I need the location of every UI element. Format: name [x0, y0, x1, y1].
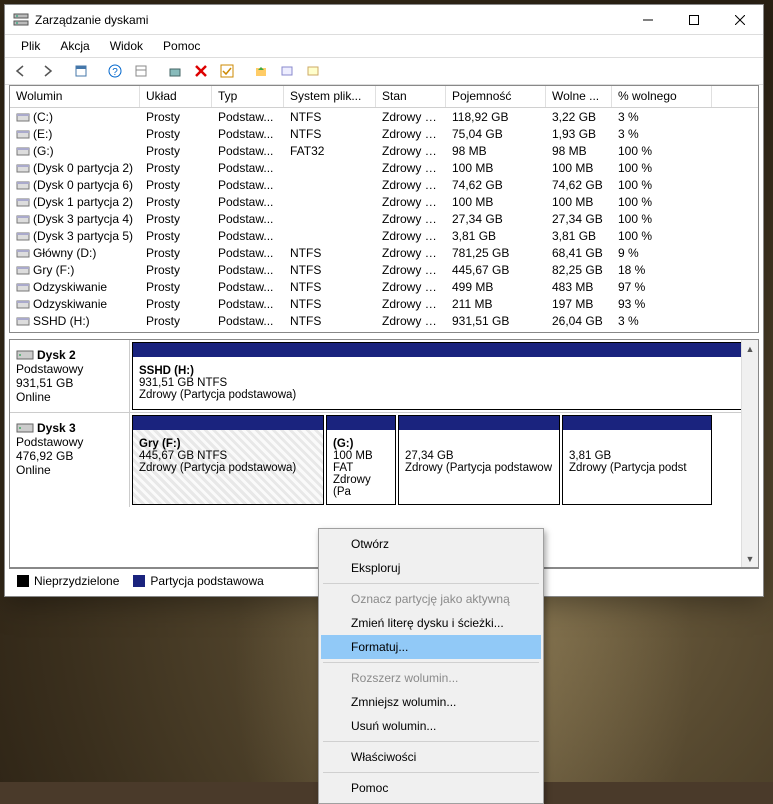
volume-icon: [16, 213, 30, 225]
disk3-cap: 476,92 GB: [16, 449, 73, 463]
table-row[interactable]: (Dysk 0 partycja 2)ProstyPodstaw...Zdrow…: [10, 159, 758, 176]
disk2-p-title: SSHD (H:): [139, 365, 194, 377]
legend-primary: Partycja podstawowa: [150, 574, 263, 588]
volume-icon: [16, 315, 30, 327]
menu-plik[interactable]: Plik: [11, 36, 50, 56]
disk2-label: Dysk 2: [37, 348, 76, 362]
volume-icon: [16, 230, 30, 242]
show-hide-button[interactable]: [69, 59, 93, 83]
legend-swatch-unalloc: [17, 575, 29, 587]
disk3-label: Dysk 3: [37, 421, 76, 435]
view-button[interactable]: [129, 59, 153, 83]
check-button[interactable]: [215, 59, 239, 83]
disk-icon: [16, 348, 34, 362]
ctx-delete[interactable]: Usuń wolumin...: [321, 714, 541, 738]
ctx-explore[interactable]: Eksploruj: [321, 556, 541, 580]
action2-button[interactable]: [275, 59, 299, 83]
col-procent[interactable]: % wolnego: [612, 86, 712, 107]
ctx-open[interactable]: Otwórz: [321, 532, 541, 556]
volume-icon: [16, 196, 30, 208]
table-row[interactable]: OdzyskiwanieProstyPodstaw...NTFSZdrowy (…: [10, 295, 758, 312]
table-row[interactable]: Główny (D:)ProstyPodstaw...NTFSZdrowy (P…: [10, 244, 758, 261]
action3-button[interactable]: [301, 59, 325, 83]
scroll-up-icon[interactable]: ▲: [743, 340, 758, 357]
table-row[interactable]: (Dysk 0 partycja 6)ProstyPodstaw...Zdrow…: [10, 176, 758, 193]
disk-row-2: Dysk 2 Podstawowy 931,51 GB Online SSHD …: [10, 340, 758, 413]
svg-text:?: ?: [112, 67, 118, 78]
legend-unalloc: Nieprzydzielone: [34, 574, 119, 588]
ctx-help[interactable]: Pomoc: [321, 776, 541, 800]
volume-icon: [16, 145, 30, 157]
legend-swatch-primary: [133, 575, 145, 587]
volume-icon: [16, 162, 30, 174]
menu-akcja[interactable]: Akcja: [50, 36, 99, 56]
col-pojemnosc[interactable]: Pojemność: [446, 86, 546, 107]
disk-management-window: Zarządzanie dyskami Plik Akcja Widok Pom…: [4, 4, 764, 597]
table-row[interactable]: SSHD (H:)ProstyPodstaw...NTFSZdrowy (P..…: [10, 312, 758, 329]
disk-row-3: Dysk 3 Podstawowy 476,92 GB Online Gry (…: [10, 413, 758, 507]
disk2-cap: 931,51 GB: [16, 376, 73, 390]
titlebar[interactable]: Zarządzanie dyskami: [5, 5, 763, 35]
col-typ[interactable]: Typ: [212, 86, 284, 107]
col-stan[interactable]: Stan: [376, 86, 446, 107]
volume-icon: [16, 281, 30, 293]
volume-list[interactable]: Wolumin Układ Typ System plik... Stan Po…: [9, 85, 759, 333]
col-wolne[interactable]: Wolne ...: [546, 86, 612, 107]
disk3-status: Online: [16, 463, 51, 477]
col-wolumin[interactable]: Wolumin: [10, 86, 140, 107]
disk-icon: [16, 421, 34, 435]
ctx-mark-active: Oznacz partycję jako aktywną: [321, 587, 541, 611]
graph-vscrollbar[interactable]: ▲ ▼: [741, 340, 758, 567]
back-button[interactable]: [9, 59, 33, 83]
settings-button[interactable]: [163, 59, 187, 83]
ctx-properties[interactable]: Właściwości: [321, 745, 541, 769]
volume-icon: [16, 298, 30, 310]
delete-button[interactable]: [189, 59, 213, 83]
table-row[interactable]: Gry (F:)ProstyPodstaw...NTFSZdrowy (P...…: [10, 261, 758, 278]
table-row[interactable]: (C:)ProstyPodstaw...NTFSZdrowy (R...118,…: [10, 108, 758, 125]
ctx-format[interactable]: Formatuj...: [321, 635, 541, 659]
disk2-type: Podstawowy: [16, 362, 83, 376]
table-row[interactable]: (G:)ProstyPodstaw...FAT32Zdrowy (P...98 …: [10, 142, 758, 159]
disk2-partition[interactable]: SSHD (H:) 931,51 GB NTFS Zdrowy (Partycj…: [132, 342, 756, 410]
disk3-partition-3[interactable]: 3,81 GBZdrowy (Partycja podst: [562, 415, 712, 505]
disk2-status: Online: [16, 390, 51, 404]
volume-icon: [16, 247, 30, 259]
table-row[interactable]: (Dysk 1 partycja 2)ProstyPodstaw...Zdrow…: [10, 193, 758, 210]
table-row[interactable]: OdzyskiwanieProstyPodstaw...NTFSZdrowy (…: [10, 278, 758, 295]
menu-widok[interactable]: Widok: [100, 36, 153, 56]
menu-pomoc[interactable]: Pomoc: [153, 36, 210, 56]
context-menu: Otwórz Eksploruj Oznacz partycję jako ak…: [318, 528, 544, 804]
volume-icon: [16, 128, 30, 140]
col-system[interactable]: System plik...: [284, 86, 376, 107]
col-uklad[interactable]: Układ: [140, 86, 212, 107]
table-row[interactable]: (Dysk 3 partycja 5)ProstyPodstaw...Zdrow…: [10, 227, 758, 244]
minimize-button[interactable]: [625, 5, 671, 35]
ctx-extend: Rozszerz wolumin...: [321, 666, 541, 690]
maximize-button[interactable]: [671, 5, 717, 35]
disk3-partition-1[interactable]: (G:)100 MB FATZdrowy (Pa: [326, 415, 396, 505]
forward-button[interactable]: [35, 59, 59, 83]
ctx-shrink[interactable]: Zmniejsz wolumin...: [321, 690, 541, 714]
toolbar: ?: [5, 57, 763, 85]
list-header: Wolumin Układ Typ System plik... Stan Po…: [10, 86, 758, 108]
table-row[interactable]: (Dysk 3 partycja 4)ProstyPodstaw...Zdrow…: [10, 210, 758, 227]
volume-icon: [16, 111, 30, 123]
disk2-p-line2: 931,51 GB NTFS: [139, 377, 227, 389]
disk3-partition-2[interactable]: 27,34 GBZdrowy (Partycja podstawow: [398, 415, 560, 505]
action1-button[interactable]: [249, 59, 273, 83]
window-title: Zarządzanie dyskami: [35, 13, 625, 27]
disk2-p-line3: Zdrowy (Partycja podstawowa): [139, 389, 296, 401]
table-row[interactable]: (E:)ProstyPodstaw...NTFSZdrowy (P...75,0…: [10, 125, 758, 142]
scroll-down-icon[interactable]: ▼: [743, 550, 758, 567]
close-button[interactable]: [717, 5, 763, 35]
app-icon: [13, 12, 29, 28]
help-button[interactable]: ?: [103, 59, 127, 83]
disk3-type: Podstawowy: [16, 435, 83, 449]
volume-icon: [16, 179, 30, 191]
disk3-partition-0[interactable]: Gry (F:)445,67 GB NTFSZdrowy (Partycja p…: [132, 415, 324, 505]
menubar: Plik Akcja Widok Pomoc: [5, 35, 763, 57]
ctx-change-letter[interactable]: Zmień literę dysku i ścieżki...: [321, 611, 541, 635]
volume-icon: [16, 264, 30, 276]
